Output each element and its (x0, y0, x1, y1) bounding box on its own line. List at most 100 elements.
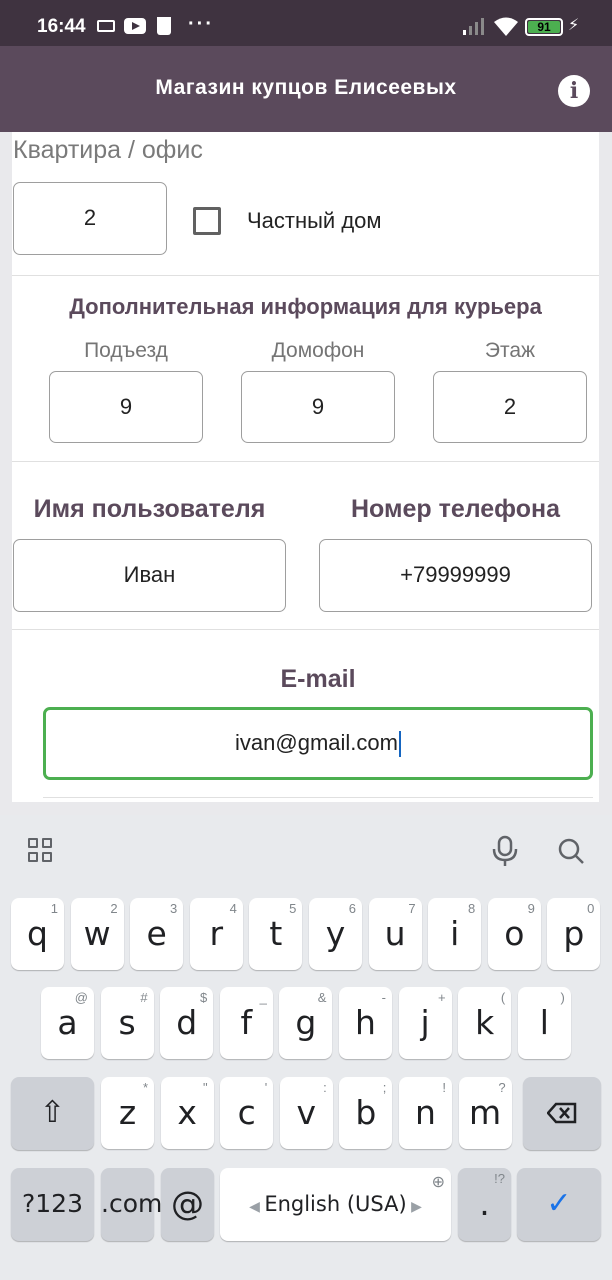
key-hint: 6 (348, 901, 356, 916)
globe-icon: ⊕ (431, 1174, 445, 1191)
floor-field[interactable]: 2 (433, 371, 587, 443)
entrance-field[interactable]: 9 (49, 371, 203, 443)
key-x[interactable]: " x (160, 1077, 214, 1149)
username-label: Имя пользователя (33, 495, 266, 523)
backspace-key[interactable] (523, 1077, 601, 1150)
space-key[interactable]: ⊕ ◀ English (USA) ▶ (220, 1168, 451, 1241)
courier-section-title: Дополнительная информация для курьера (69, 294, 542, 319)
key-s[interactable]: # s (100, 987, 154, 1059)
key-hint: # (140, 990, 148, 1005)
wifi-icon (493, 16, 519, 43)
key-d[interactable]: $ d (160, 987, 214, 1059)
space-key-label: ◀ English (USA) ▶ (249, 1192, 422, 1216)
key-hint: @ (74, 990, 88, 1005)
divider (12, 275, 599, 276)
key-hint: 9 (527, 901, 535, 916)
signal-icon (461, 16, 487, 39)
key-v[interactable]: :v (279, 1077, 333, 1149)
key-g[interactable]: & g (279, 987, 333, 1059)
battery-icon: 91 (525, 18, 563, 36)
microphone-icon[interactable] (491, 835, 519, 867)
at-key[interactable]: @ (161, 1168, 214, 1241)
username-field[interactable]: Иван (13, 539, 286, 612)
key-c[interactable]: ' c (220, 1077, 274, 1149)
key-hint: 3 (169, 901, 178, 916)
key-n[interactable]: ! n (399, 1077, 452, 1149)
key-w[interactable]: 2w (70, 898, 124, 970)
key-i[interactable]: 8i (428, 898, 482, 970)
key-hint: 8 (467, 901, 476, 916)
delivery-form: Квартира / офис 2 Частный дом Дополнител… (12, 132, 599, 802)
key-hint: ( (500, 990, 506, 1005)
key-hint: ! (442, 1080, 446, 1095)
key-hint: 0 (587, 901, 595, 916)
checkmark-icon: ✓ (546, 1186, 572, 1221)
apartment-field[interactable]: 2 (13, 182, 167, 255)
key-hint: & (317, 990, 327, 1005)
key-hint: 2 (110, 901, 118, 916)
divider (43, 797, 593, 798)
period-key-hint: !? (494, 1171, 505, 1186)
apartment-label: Квартира / офис (13, 136, 203, 164)
youtube-icon (124, 18, 146, 34)
key-hint: ? (498, 1080, 506, 1095)
dotcom-key[interactable]: .com (101, 1168, 162, 1241)
email-label: E-mail (280, 665, 356, 693)
intercom-label: Домофон (271, 339, 365, 362)
shift-key[interactable]: ⇧ (11, 1077, 94, 1150)
more-notifications-icon: ··· (188, 13, 214, 35)
email-value: ivan@gmail.com (235, 730, 398, 755)
key-m[interactable]: ? m (458, 1077, 512, 1149)
period-key[interactable]: !? . (458, 1168, 511, 1241)
key-hint: 1 (50, 901, 58, 916)
phone-label: Номер телефона (350, 495, 561, 523)
enter-key[interactable]: ✓ (517, 1168, 601, 1241)
key-l[interactable]: ) l (517, 987, 571, 1059)
key-hint: 5 (289, 901, 297, 916)
key-h[interactable]: -h (339, 987, 392, 1059)
divider (12, 461, 599, 462)
keyboard-toolbar (0, 815, 612, 887)
key-hint: : (323, 1080, 327, 1095)
intercom-field[interactable]: 9 (241, 371, 395, 443)
symbols-key[interactable]: ?123 (11, 1168, 94, 1241)
status-bar: 16:44 ··· 91 ⚡ (0, 0, 612, 46)
key-u[interactable]: 7u (368, 898, 422, 970)
key-hint: 7 (408, 901, 416, 916)
key-hint: " (202, 1080, 208, 1095)
keyboard: 1q2w3e4r5t6y7u8i9o0p @ a # s $ d _ f & g - h + j(k) l … (0, 815, 612, 1280)
key-p[interactable]: 0p (547, 898, 601, 970)
keyboard-icon (97, 20, 115, 32)
key-o[interactable]: 9o (487, 898, 541, 970)
key-r[interactable]: 4r (189, 898, 243, 970)
key-hint: ) (560, 990, 565, 1005)
status-time: 16:44 (37, 16, 86, 37)
text-cursor (398, 731, 401, 758)
key-hint: $ (199, 990, 208, 1005)
key-y[interactable]: 6y (309, 898, 362, 970)
backspace-icon (546, 1102, 577, 1124)
key-hint: + (438, 990, 446, 1005)
key-e[interactable]: 3e (130, 898, 184, 970)
floor-label: Этаж (484, 339, 536, 362)
key-z[interactable]: * z (101, 1077, 154, 1149)
key-b[interactable]: ; b (339, 1077, 393, 1149)
search-icon[interactable] (557, 837, 585, 865)
key-k[interactable]: (k (458, 987, 512, 1059)
apps-grid-icon[interactable] (28, 838, 54, 864)
key-q[interactable]: 1q (11, 898, 64, 970)
key-hint: _ (259, 990, 267, 1005)
key-t[interactable]: 5t (249, 898, 303, 970)
email-field[interactable]: ivan@gmail.com (43, 707, 593, 780)
info-icon[interactable]: i (558, 75, 590, 107)
key-j[interactable]: + j (398, 987, 452, 1059)
entrance-label: Подъезд (84, 339, 168, 362)
key-f[interactable]: _ f (219, 987, 273, 1059)
key-a[interactable]: @ a (41, 987, 94, 1059)
key-hint: * (142, 1080, 148, 1095)
key-hint: ; (382, 1080, 387, 1095)
private-house-label[interactable]: Частный дом (247, 208, 382, 234)
key-hint: 4 (229, 901, 237, 916)
private-house-checkbox[interactable] (193, 207, 221, 235)
phone-field[interactable]: +79999999 (319, 539, 592, 612)
